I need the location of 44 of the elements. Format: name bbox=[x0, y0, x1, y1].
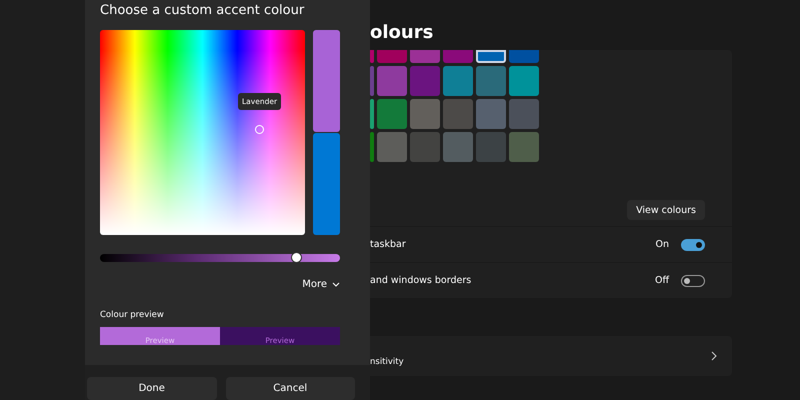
chevron-icon bbox=[711, 351, 717, 361]
dialog-button[interactable]: Done bbox=[87, 377, 216, 400]
color-swatch[interactable] bbox=[443, 132, 473, 162]
slider-thumb[interactable] bbox=[290, 252, 302, 263]
color-swatch[interactable] bbox=[476, 99, 506, 129]
setting-label: and windows borders bbox=[370, 275, 472, 286]
setting-label: taskbar bbox=[370, 239, 407, 250]
color-swatch[interactable] bbox=[509, 50, 539, 63]
color-swatch[interactable] bbox=[377, 66, 407, 96]
view-colours-button[interactable]: View colours bbox=[627, 200, 705, 220]
color-swatch[interactable] bbox=[443, 50, 473, 63]
color-swatch[interactable] bbox=[509, 132, 539, 162]
toggle-switch[interactable] bbox=[681, 274, 705, 286]
more-button[interactable]: More bbox=[302, 279, 340, 290]
chevron-down-icon bbox=[332, 282, 340, 287]
color-swatch[interactable] bbox=[509, 66, 539, 96]
toggle-switch[interactable] bbox=[681, 238, 705, 250]
color-swatch[interactable] bbox=[377, 99, 407, 129]
color-swatch[interactable] bbox=[476, 66, 506, 96]
color-swatch[interactable] bbox=[476, 132, 506, 162]
color-swatch[interactable] bbox=[370, 50, 374, 63]
color-swatch[interactable] bbox=[443, 66, 473, 96]
section-heading: olours bbox=[370, 22, 434, 44]
setting-label: nsitivity bbox=[370, 356, 405, 367]
color-swatch[interactable] bbox=[509, 99, 539, 129]
dialog-button[interactable]: Cancel bbox=[226, 377, 355, 400]
color-swatch[interactable] bbox=[370, 132, 374, 162]
toggle-state: Off bbox=[654, 275, 669, 286]
color-swatch[interactable] bbox=[410, 99, 440, 129]
color-swatch[interactable] bbox=[410, 132, 440, 162]
toggle-state: On bbox=[656, 239, 669, 250]
preview-label: Colour preview bbox=[100, 310, 164, 320]
color-swatch[interactable] bbox=[377, 50, 407, 63]
brightness-slider[interactable] bbox=[100, 254, 340, 262]
settings-row[interactable]: nsitivity bbox=[370, 336, 732, 376]
color-swatch[interactable] bbox=[410, 66, 440, 96]
dialog-title: Choose a custom accent colour bbox=[100, 2, 306, 20]
color-swatch[interactable] bbox=[370, 99, 374, 129]
color-swatch[interactable] bbox=[410, 50, 440, 63]
color-swatch[interactable] bbox=[370, 66, 374, 96]
color-swatch[interactable] bbox=[377, 132, 407, 162]
picker-handle[interactable] bbox=[255, 125, 264, 134]
color-swatch[interactable] bbox=[476, 50, 506, 63]
color-swatch[interactable] bbox=[443, 99, 473, 129]
